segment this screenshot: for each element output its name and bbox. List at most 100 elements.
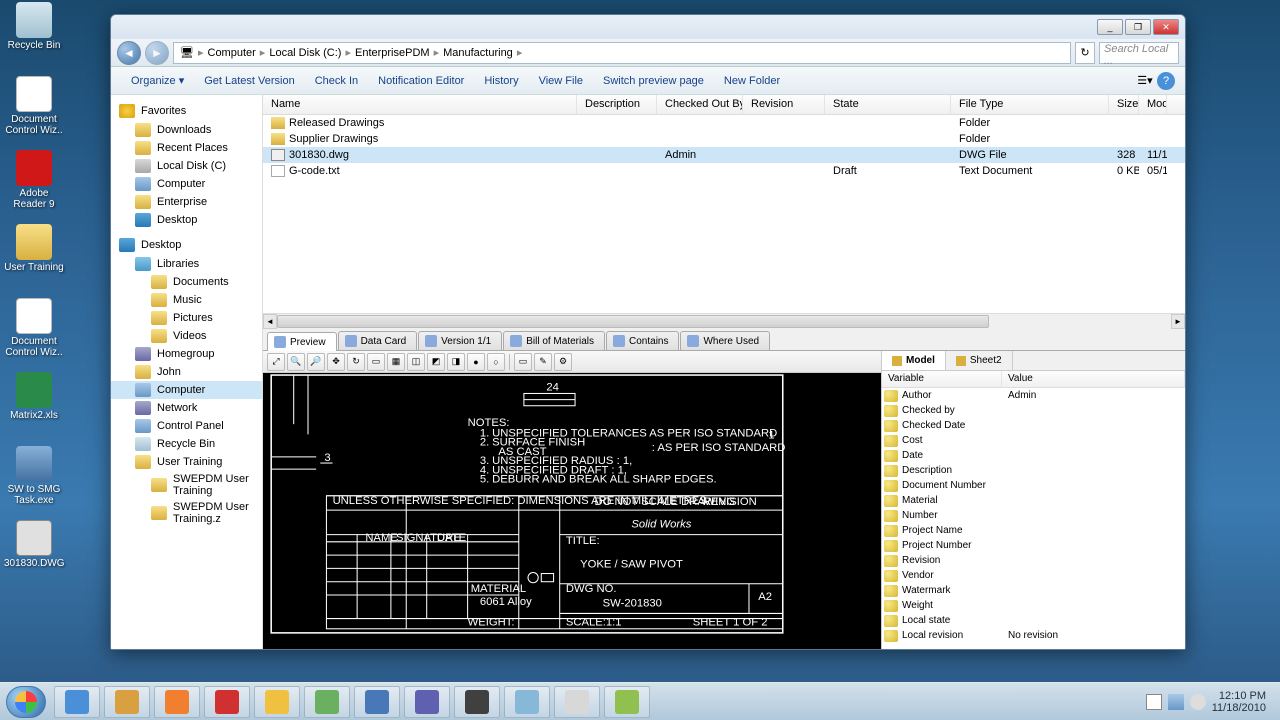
- breadcrumb-seg[interactable]: Manufacturing: [443, 47, 513, 59]
- variable-row[interactable]: Document Number: [882, 478, 1185, 493]
- dwg-tool-button[interactable]: ▦: [387, 353, 405, 371]
- variable-row[interactable]: Date: [882, 448, 1185, 463]
- vars-tab-sheet2[interactable]: Sheet2: [946, 351, 1013, 370]
- tab-bill-of-materials[interactable]: Bill of Materials: [503, 331, 605, 350]
- variable-row[interactable]: AuthorAdmin: [882, 388, 1185, 403]
- tab-data-card[interactable]: Data Card: [338, 331, 418, 350]
- toolbar-organize-[interactable]: Organize ▾: [121, 70, 194, 91]
- dwg-tool-button[interactable]: ✥: [327, 353, 345, 371]
- dwg-tool-button[interactable]: ✎: [534, 353, 552, 371]
- nav-item[interactable]: User Training: [111, 453, 262, 471]
- nav-item[interactable]: SWEPDM User Training.z: [111, 499, 262, 527]
- taskbar-app-button[interactable]: [604, 686, 650, 718]
- scrollbar-thumb[interactable]: [277, 315, 989, 328]
- variable-row[interactable]: Vendor: [882, 568, 1185, 583]
- maximize-button[interactable]: ❐: [1125, 19, 1151, 35]
- variable-row[interactable]: Revision: [882, 553, 1185, 568]
- taskbar-app-button[interactable]: [504, 686, 550, 718]
- variable-row[interactable]: Material: [882, 493, 1185, 508]
- back-button[interactable]: ◄: [117, 41, 141, 65]
- tray-network-icon[interactable]: [1168, 694, 1184, 710]
- variable-row[interactable]: Weight: [882, 598, 1185, 613]
- view-options-button[interactable]: ☰▾: [1133, 71, 1157, 91]
- tab-contains[interactable]: Contains: [606, 331, 679, 350]
- help-button[interactable]: ?: [1157, 72, 1175, 90]
- nav-item[interactable]: Desktop: [111, 211, 262, 229]
- column-header[interactable]: Name: [263, 95, 577, 114]
- taskbar-app-button[interactable]: [54, 686, 100, 718]
- tab-version-1-1[interactable]: Version 1/1: [418, 331, 502, 350]
- vars-col-variable[interactable]: Variable: [882, 371, 1002, 387]
- desktop-icon-sw-to-smg-task-exe[interactable]: SW to SMG Task.exe: [4, 446, 64, 506]
- variable-row[interactable]: Checked by: [882, 403, 1185, 418]
- toolbar-get-latest-version[interactable]: Get Latest Version: [194, 71, 305, 91]
- desktop-icon-document-control-wiz-[interactable]: Document Control Wiz..: [4, 76, 64, 136]
- dwg-tool-button[interactable]: ◫: [407, 353, 425, 371]
- dwg-tool-button[interactable]: ↻: [347, 353, 365, 371]
- column-header[interactable]: Modi: [1139, 95, 1167, 114]
- taskbar-app-button[interactable]: [554, 686, 600, 718]
- file-row[interactable]: G-code.txt Draft Text Document 0 KB 05/1…: [263, 163, 1185, 179]
- nav-item[interactable]: Videos: [111, 327, 262, 345]
- column-header[interactable]: Description: [577, 95, 657, 114]
- dwg-viewport[interactable]: 24 3 NOTES: 1.UNSPECIFIED TOLERANCES AS …: [263, 373, 881, 649]
- nav-item[interactable]: Local Disk (C): [111, 157, 262, 175]
- nav-tree[interactable]: FavoritesDownloadsRecent PlacesLocal Dis…: [111, 95, 263, 649]
- desktop-icon-recycle-bin[interactable]: Recycle Bin: [4, 2, 64, 62]
- desktop-icon-user-training[interactable]: User Training: [4, 224, 64, 284]
- tab-where-used[interactable]: Where Used: [680, 331, 770, 350]
- vars-col-value[interactable]: Value: [1002, 371, 1185, 387]
- dwg-tool-button[interactable]: ▭: [367, 353, 385, 371]
- breadcrumb-computer-icon[interactable]: 🖥: [180, 46, 194, 59]
- toolbar-view-file[interactable]: View File: [529, 71, 593, 91]
- tab-preview[interactable]: Preview: [267, 332, 337, 351]
- close-button[interactable]: ✕: [1153, 19, 1179, 35]
- toolbar-history[interactable]: History: [474, 71, 528, 91]
- taskbar-app-button[interactable]: [454, 686, 500, 718]
- column-header[interactable]: Revision: [743, 95, 825, 114]
- dwg-tool-button[interactable]: ◩: [427, 353, 445, 371]
- scroll-left-button[interactable]: ◄: [263, 314, 277, 329]
- system-tray[interactable]: 12:10 PM 11/18/2010: [1146, 690, 1274, 714]
- taskbar-app-button[interactable]: [354, 686, 400, 718]
- nav-favorites-header[interactable]: Favorites: [111, 101, 262, 121]
- taskbar-app-button[interactable]: [254, 686, 300, 718]
- taskbar-app-button[interactable]: [104, 686, 150, 718]
- nav-item[interactable]: Pictures: [111, 309, 262, 327]
- variable-row[interactable]: Local revisionNo revision: [882, 628, 1185, 643]
- taskbar-app-button[interactable]: [304, 686, 350, 718]
- taskbar-app-button[interactable]: [204, 686, 250, 718]
- nav-item[interactable]: Downloads: [111, 121, 262, 139]
- desktop-icon-adobe-reader-9[interactable]: Adobe Reader 9: [4, 150, 64, 210]
- toolbar-notification-editor[interactable]: Notification Editor: [368, 71, 474, 91]
- toolbar-new-folder[interactable]: New Folder: [714, 71, 790, 91]
- nav-item[interactable]: Control Panel: [111, 417, 262, 435]
- breadcrumb[interactable]: 🖥▸Computer▸Local Disk (C:)▸EnterprisePDM…: [173, 42, 1071, 64]
- refresh-button[interactable]: ↻: [1075, 42, 1095, 64]
- breadcrumb-seg[interactable]: Local Disk (C:): [269, 47, 341, 59]
- desktop-icon-matrix2-xls[interactable]: Matrix2.xls: [4, 372, 64, 432]
- variable-row[interactable]: Project Name: [882, 523, 1185, 538]
- minimize-button[interactable]: _: [1097, 19, 1123, 35]
- file-row[interactable]: 301830.dwg Admin DWG File 328 KB 11/18: [263, 147, 1185, 163]
- variable-row[interactable]: Checked Date: [882, 418, 1185, 433]
- search-input[interactable]: Search Local ...: [1099, 42, 1179, 64]
- vars-tab-model[interactable]: Model: [882, 351, 946, 370]
- breadcrumb-seg[interactable]: EnterprisePDM: [355, 47, 430, 59]
- taskbar-clock[interactable]: 12:10 PM 11/18/2010: [1212, 690, 1266, 714]
- desktop-icon-301830-dwg[interactable]: 301830.DWG: [4, 520, 64, 580]
- dwg-tool-button[interactable]: ▭: [514, 353, 532, 371]
- scroll-right-button[interactable]: ►: [1171, 314, 1185, 329]
- column-header[interactable]: State: [825, 95, 951, 114]
- toolbar-check-in[interactable]: Check In: [305, 71, 368, 91]
- variable-row[interactable]: Description: [882, 463, 1185, 478]
- variable-row[interactable]: Project Number: [882, 538, 1185, 553]
- dwg-tool-button[interactable]: ●: [467, 353, 485, 371]
- nav-item[interactable]: John: [111, 363, 262, 381]
- variable-row[interactable]: Cost: [882, 433, 1185, 448]
- column-header[interactable]: Size: [1109, 95, 1139, 114]
- breadcrumb-seg[interactable]: Computer: [208, 47, 256, 59]
- nav-item[interactable]: SWEPDM User Training: [111, 471, 262, 499]
- nav-item[interactable]: Computer: [111, 381, 262, 399]
- horizontal-scrollbar[interactable]: ◄ ►: [263, 313, 1185, 329]
